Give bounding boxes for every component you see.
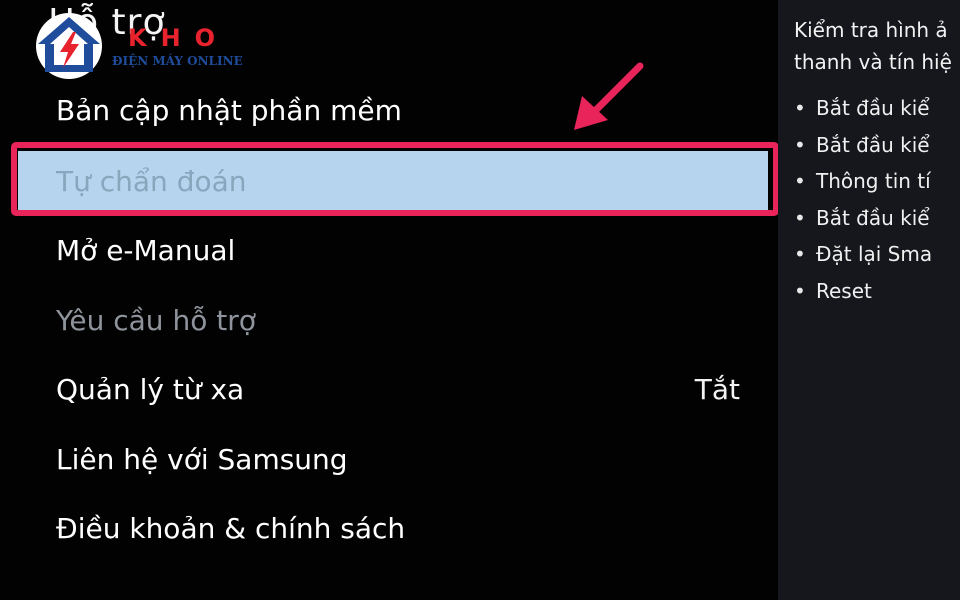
menu-item-software-update[interactable]: Bản cập nhật phần mềm — [56, 86, 756, 134]
menu-item-request-support: Yêu cầu hỗ trợ — [56, 296, 756, 344]
side-list-item-text: Thông tin tí — [816, 169, 931, 193]
side-list-item: • Đặt lại Sma — [794, 236, 932, 273]
side-list-item-text: Bắt đầu kiể — [816, 205, 930, 230]
watermark-tagline: ĐIỆN MÁY ONLINE — [112, 54, 243, 68]
bullet-icon: • — [794, 169, 806, 193]
menu-item-terms-policy[interactable]: Điều khoản & chính sách — [56, 504, 756, 552]
side-panel-heading-line: thanh và tín hiệ — [794, 50, 952, 74]
bullet-icon: • — [794, 205, 806, 230]
menu-item-label: Liên hệ với Samsung — [56, 442, 348, 476]
menu-item-open-e-manual[interactable]: Mở e-Manual — [56, 226, 756, 274]
side-panel-heading: Kiểm tra hình ả thanh và tín hiệ — [794, 14, 960, 78]
watermark-logo: KHO ĐIỆN MÁY ONLINE — [30, 10, 270, 80]
menu-item-self-diagnosis[interactable]: Tự chẩn đoán — [18, 151, 768, 211]
tv-settings-screen: Hỗ trợ Bản cập nhật phần mềm Tự chẩn đoá… — [0, 0, 960, 600]
bullet-icon: • — [794, 132, 806, 157]
info-side-panel: Kiểm tra hình ả thanh và tín hiệ • Bắt đầ… — [778, 0, 960, 600]
side-list-item: • Reset — [794, 273, 932, 310]
menu-item-label: Quản lý từ xa — [56, 372, 245, 406]
side-list-item: • Thông tin tí — [794, 163, 932, 200]
bullet-icon: • — [794, 96, 806, 120]
menu-item-label: Điều khoản & chính sách — [56, 511, 406, 545]
menu-item-remote-management[interactable]: Quản lý từ xa Tắt — [56, 365, 756, 413]
menu-item-label: Bản cập nhật phần mềm — [56, 93, 402, 127]
side-panel-heading-line: Kiểm tra hình ả — [794, 18, 948, 42]
side-list-item: • Bắt đầu kiể — [794, 127, 932, 164]
menu-item-label: Mở e-Manual — [56, 233, 236, 267]
side-list-item: • Bắt đầu kiể — [794, 90, 932, 127]
house-lightning-icon — [36, 13, 102, 79]
pointer-arrow-icon — [574, 62, 644, 130]
side-list-item-text: Bắt đầu kiể — [816, 132, 930, 157]
watermark-brand: KHO — [128, 24, 230, 52]
side-panel-list: • Bắt đầu kiể • Bắt đầu kiể • Thông tin tí … — [794, 90, 932, 309]
bullet-icon: • — [794, 278, 806, 303]
remote-management-status: Tắt — [694, 372, 740, 406]
bullet-icon: • — [794, 242, 806, 266]
support-menu: Bản cập nhật phần mềm Tự chẩn đoán Mở e-… — [0, 0, 778, 600]
side-list-item: • Bắt đầu kiể — [794, 200, 932, 237]
menu-item-label: Tự chẩn đoán — [56, 164, 247, 198]
side-list-item-text: Reset — [816, 278, 872, 303]
side-list-item-text: Đặt lại Sma — [816, 242, 933, 266]
side-list-item-text: Bắt đầu kiể — [816, 96, 930, 120]
support-menu-panel: Hỗ trợ Bản cập nhật phần mềm Tự chẩn đoá… — [0, 0, 779, 600]
menu-item-contact-samsung[interactable]: Liên hệ với Samsung — [56, 435, 756, 483]
menu-item-label: Yêu cầu hỗ trợ — [56, 303, 256, 337]
